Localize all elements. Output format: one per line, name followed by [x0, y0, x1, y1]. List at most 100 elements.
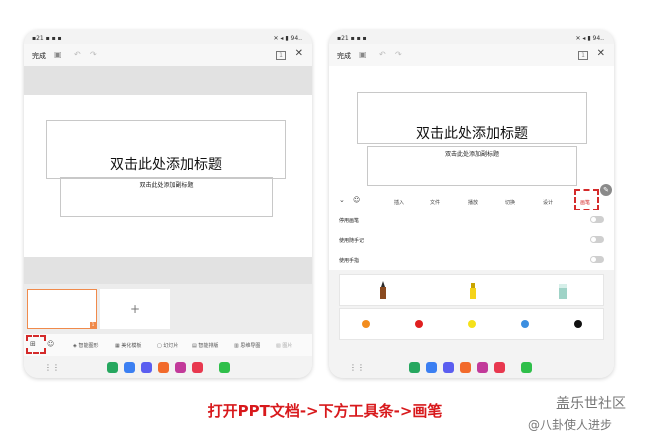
title-placeholder[interactable]: 双击此处添加标题 — [357, 92, 587, 144]
bottom-toolbar: ⊞ ☺ ◈ 智能图形 ▦ 美化模板 ▢ 幻灯片 ▤ 智能排版 ▥ 思维导图 ▧ … — [24, 334, 312, 356]
redo-icon[interactable]: ↷ — [90, 50, 97, 59]
phone-screenshot-right: ▪21 ▪ ▪ ▪ ✕ ◂ ▮ 94.. 完成 ▣ ↶ ↷ 1 ✕ 双击此处添加… — [329, 30, 614, 378]
slide-number-badge: 1 — [90, 322, 96, 328]
color-yellow-swatch[interactable] — [468, 320, 476, 328]
highlighter-icon[interactable] — [468, 280, 478, 300]
smiley-icon[interactable]: ☺ — [353, 196, 360, 204]
phone-app-icon[interactable] — [107, 362, 118, 373]
slide-canvas: 双击此处添加标题 双击此处添加副标题 — [24, 66, 312, 284]
tab-insert[interactable]: 插入 — [394, 199, 404, 206]
app-dock: ⋮⋮ — [329, 358, 614, 378]
mind-map-label: 思维导图 — [240, 343, 261, 349]
top-toolbar: 完成 ▣ ↶ ↷ 1 ✕ — [24, 44, 312, 66]
pen-type-panel — [339, 274, 604, 306]
picture-label: 图片 — [282, 343, 293, 349]
gallery-app-icon[interactable] — [175, 362, 186, 373]
app-drawer-icon[interactable]: ⋮⋮ — [349, 363, 365, 372]
close-icon[interactable]: ✕ — [295, 48, 303, 59]
messages-app-icon[interactable] — [124, 362, 135, 373]
save-icon[interactable]: ▣ — [54, 50, 62, 59]
done-button[interactable]: 完成 — [337, 51, 351, 61]
eraser-icon[interactable] — [557, 280, 569, 300]
top-toolbar: 完成 ▣ ↶ ↷ 1 ✕ — [329, 44, 614, 66]
save-icon[interactable]: ▣ — [359, 50, 367, 59]
highlight-box — [26, 335, 46, 354]
tab-file[interactable]: 文件 — [430, 199, 440, 206]
slides-button[interactable]: ▢ 幻灯片 — [157, 342, 178, 349]
camera-app-icon[interactable] — [494, 362, 505, 373]
watermark-author: @八卦使人进步 — [528, 418, 613, 432]
store-app-icon[interactable] — [460, 362, 471, 373]
smart-graphic-label: 智能图形 — [78, 343, 99, 349]
subtitle-placeholder[interactable]: 双击此处添加副标题 — [60, 177, 273, 217]
slides-label: 幻灯片 — [163, 343, 179, 349]
redo-icon[interactable]: ↷ — [395, 50, 402, 59]
messages-app-icon[interactable] — [426, 362, 437, 373]
quick-note-toggle[interactable] — [590, 236, 604, 243]
store-app-icon[interactable] — [158, 362, 169, 373]
status-bar: ▪21 ▪ ▪ ▪ ✕ ◂ ▮ 94.. — [329, 30, 614, 44]
tab-play[interactable]: 播放 — [468, 199, 478, 206]
app-dock: ⋮⋮ — [24, 358, 312, 378]
gallery-app-icon[interactable] — [477, 362, 488, 373]
picture-button[interactable]: ▧ 图片 — [276, 342, 292, 349]
pen-color-panel — [339, 308, 604, 340]
slide-title: 双击此处添加标题 — [416, 126, 528, 142]
beautify-template-button[interactable]: ▦ 美化模板 — [115, 342, 141, 349]
wechat-app-icon[interactable] — [219, 362, 230, 373]
status-icons: ✕ ◂ ▮ 94.. — [575, 35, 604, 42]
app-drawer-icon[interactable]: ⋮⋮ — [44, 363, 60, 372]
slide[interactable]: 双击此处添加标题 双击此处添加副标题 — [24, 95, 312, 257]
setting-row-use-finger: 使用手指 — [329, 250, 614, 270]
smart-layout-label: 智能排版 — [198, 343, 219, 349]
camera-app-icon[interactable] — [192, 362, 203, 373]
subtitle-placeholder[interactable]: 双击此处添加副标题 — [367, 146, 577, 186]
status-time: ▪21 ▪ ▪ ▪ — [32, 35, 62, 42]
internet-app-icon[interactable] — [443, 362, 454, 373]
status-time: ▪21 ▪ ▪ ▪ — [337, 35, 367, 42]
fountain-pen-icon[interactable] — [378, 280, 388, 300]
ribbon-tabs: ⌄ ☺ 插入 文件 播放 切换 设计 画笔 — [329, 192, 614, 211]
mind-map-button[interactable]: ▥ 思维导图 — [234, 342, 260, 349]
collapse-chevron-icon[interactable]: ⌄ — [339, 196, 345, 204]
slide-subtitle: 双击此处添加副标题 — [444, 151, 499, 158]
smart-layout-button[interactable]: ▤ 智能排版 — [192, 342, 218, 349]
status-bar: ▪21 ▪ ▪ ▪ ✕ ◂ ▮ 94.. — [24, 30, 312, 44]
add-slide-button[interactable]: + — [100, 289, 170, 329]
undo-icon[interactable]: ↶ — [74, 50, 81, 59]
thumbnail-strip: 1 + — [24, 284, 312, 334]
color-black-swatch[interactable] — [574, 320, 582, 328]
slide-subtitle: 双击此处添加副标题 — [139, 182, 194, 189]
status-icons: ✕ ◂ ▮ 94.. — [273, 35, 302, 42]
wechat-app-icon[interactable] — [521, 362, 532, 373]
color-orange-swatch[interactable] — [362, 320, 370, 328]
page-count-icon[interactable]: 1 — [578, 51, 588, 60]
phone-screenshot-left: ▪21 ▪ ▪ ▪ ✕ ◂ ▮ 94.. 完成 ▣ ↶ ↷ 1 ✕ 双击此处添加… — [24, 30, 312, 378]
pen-fab-icon[interactable]: ✎ — [600, 184, 612, 196]
slide-title: 双击此处添加标题 — [110, 157, 222, 173]
smiley-icon[interactable]: ☺ — [47, 340, 54, 348]
color-red-swatch[interactable] — [415, 320, 423, 328]
disable-pen-label: 停用画笔 — [339, 218, 360, 224]
internet-app-icon[interactable] — [141, 362, 152, 373]
setting-row-disable-pen: 停用画笔 — [329, 210, 614, 230]
tab-transition[interactable]: 切换 — [505, 199, 515, 206]
slide-thumbnail[interactable]: 1 — [27, 289, 97, 329]
phone-app-icon[interactable] — [409, 362, 420, 373]
color-blue-swatch[interactable] — [521, 320, 529, 328]
beautify-template-label: 美化模板 — [121, 343, 142, 349]
highlight-box — [574, 189, 599, 211]
setting-row-quick-note: 使用随手记 — [329, 230, 614, 250]
title-placeholder[interactable]: 双击此处添加标题 — [46, 120, 286, 179]
use-finger-label: 使用手指 — [339, 258, 360, 264]
undo-icon[interactable]: ↶ — [379, 50, 386, 59]
use-finger-toggle[interactable] — [590, 256, 604, 263]
tab-design[interactable]: 设计 — [543, 199, 553, 206]
page-count-icon[interactable]: 1 — [276, 51, 286, 60]
watermark-brand: 盖乐世社区 — [556, 396, 626, 412]
done-button[interactable]: 完成 — [32, 51, 46, 61]
smart-graphic-button[interactable]: ◈ 智能图形 — [73, 342, 98, 349]
disable-pen-toggle[interactable] — [590, 216, 604, 223]
close-icon[interactable]: ✕ — [597, 48, 605, 59]
quick-note-label: 使用随手记 — [339, 238, 365, 244]
